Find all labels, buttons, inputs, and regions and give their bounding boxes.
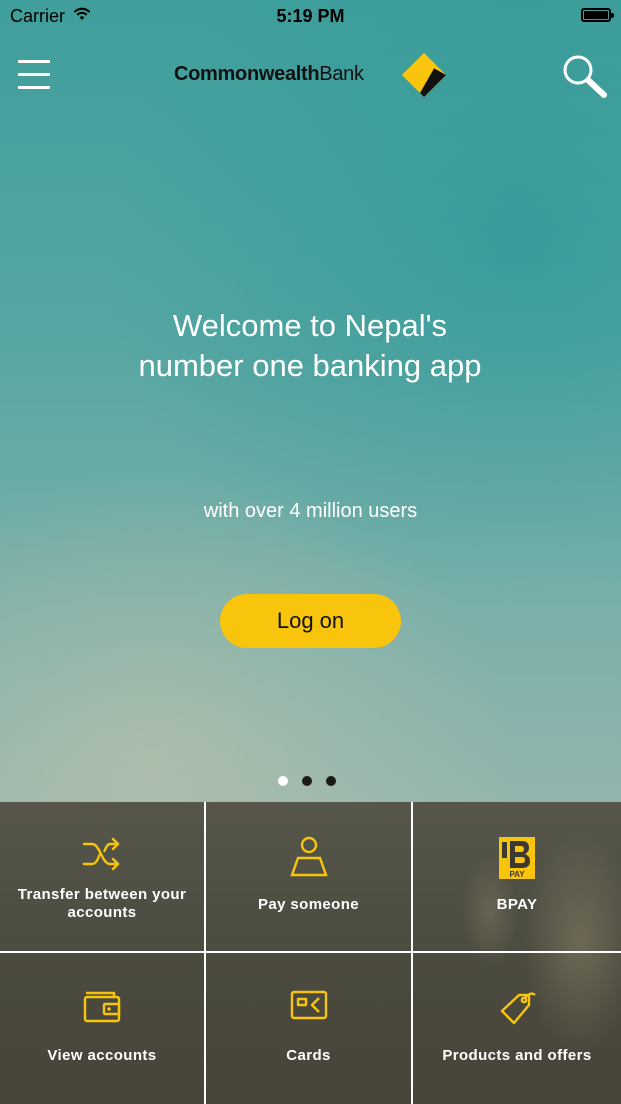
- card-icon: [289, 989, 329, 1026]
- hamburger-line: [18, 73, 50, 76]
- view-accounts-label: View accounts: [47, 1047, 157, 1064]
- tag-icon: [497, 989, 537, 1034]
- cards-label: Cards: [286, 1047, 331, 1064]
- log-on-button[interactable]: Log on: [220, 594, 401, 648]
- home-screen: Carrier 5:19 PM CommonwealthBank Welcome…: [0, 0, 621, 1104]
- menu-button[interactable]: [18, 60, 50, 90]
- brand-wordmark: CommonwealthBank: [174, 63, 364, 86]
- shuffle-transfer-icon: [82, 836, 122, 877]
- transfer-tile[interactable]: Transfer between your accounts: [0, 802, 206, 953]
- hamburger-menu-icon: [18, 60, 50, 63]
- svg-text:PAY: PAY: [509, 870, 525, 879]
- person-icon: [289, 836, 329, 883]
- status-time: 5:19 PM: [276, 6, 345, 26]
- carousel-dot-1[interactable]: [278, 776, 288, 786]
- cba-diamond-icon: [402, 53, 446, 97]
- search-button[interactable]: [560, 52, 612, 100]
- search-icon: [563, 55, 607, 98]
- status-bar: Carrier 5:19 PM: [0, 0, 621, 32]
- carousel-dot-2[interactable]: [302, 776, 312, 786]
- products-offers-tile[interactable]: Products and offers: [413, 953, 621, 1104]
- carousel-dot-3[interactable]: [326, 776, 336, 786]
- welcome-subtitle: with over 4 million users: [203, 500, 418, 522]
- pay-someone-label: Pay someone: [257, 896, 360, 913]
- brand-wordmark-regular: Bank: [319, 63, 364, 85]
- battery-icon: [581, 8, 614, 22]
- bpay-tile[interactable]: PAY BPAY: [413, 802, 621, 953]
- brand-wordmark-bold: Commonwealth: [174, 63, 320, 85]
- view-accounts-tile[interactable]: View accounts: [0, 953, 206, 1104]
- wallet-icon: [82, 989, 122, 1028]
- quick-actions-grid: Transfer between your accounts Pay someo…: [0, 802, 621, 1104]
- products-offers-label: Products and offers: [442, 1047, 592, 1064]
- bpay-label: BPAY: [496, 896, 538, 913]
- transfer-label: Transfer between your accounts: [17, 886, 187, 921]
- bpay-logo-icon: PAY: [498, 836, 536, 885]
- welcome-headline: Welcome to Nepal's number one banking ap…: [138, 308, 482, 383]
- hamburger-line: [18, 86, 50, 89]
- cards-tile[interactable]: Cards: [206, 953, 413, 1104]
- carousel-page-indicator[interactable]: [278, 776, 336, 788]
- pay-someone-tile[interactable]: Pay someone: [206, 802, 413, 953]
